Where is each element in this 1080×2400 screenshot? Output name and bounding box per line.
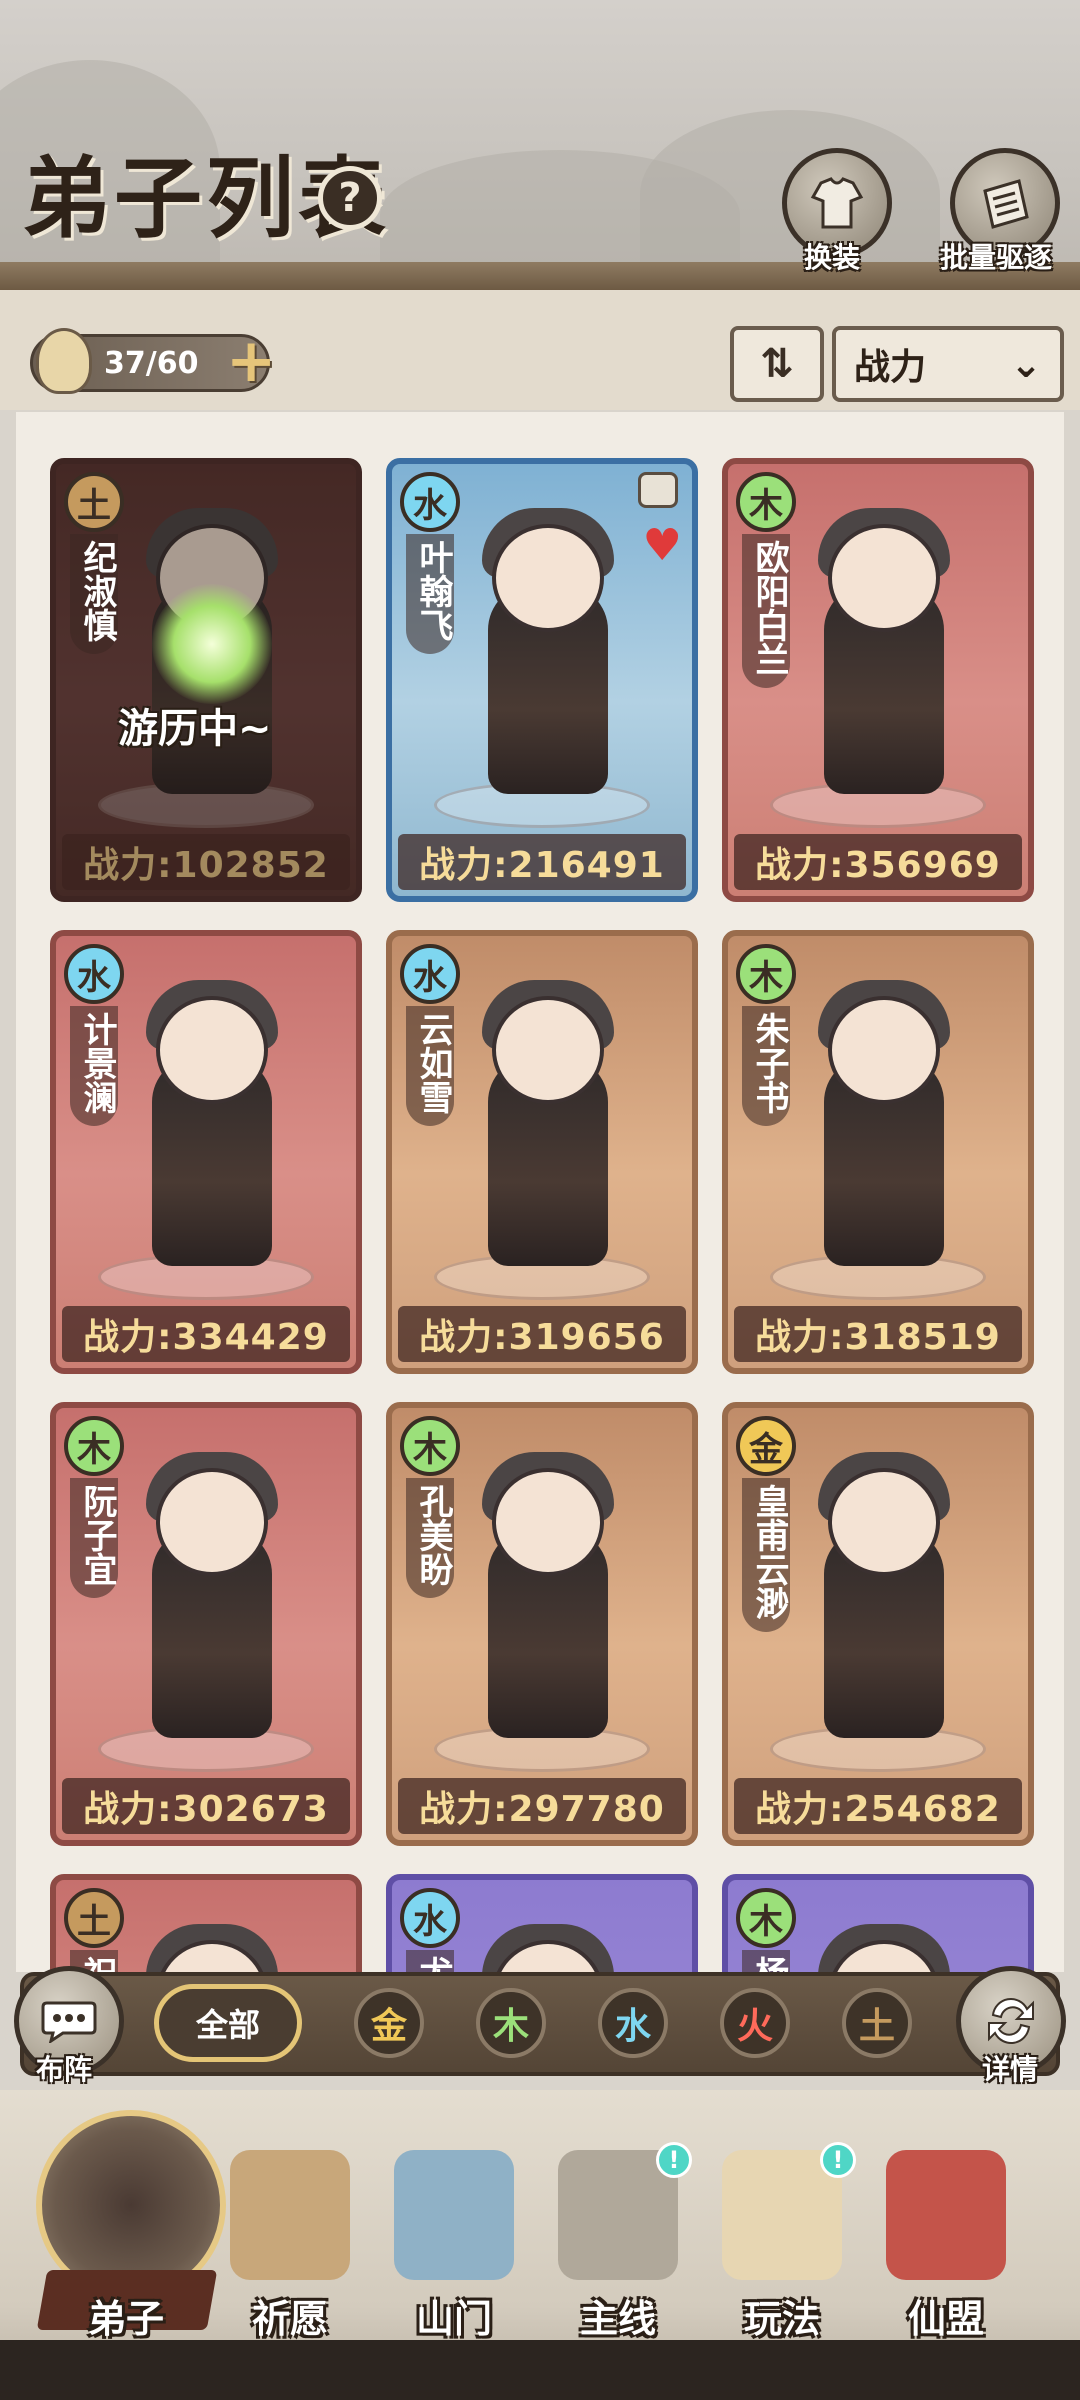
outfit-button-label: 换装 <box>804 241 861 274</box>
disciple-card[interactable]: 水叶翰飞 ♥ 战力:216491 <box>386 458 698 902</box>
traveling-spirit-icon <box>152 584 272 704</box>
heart-icon: ♥ <box>642 520 682 571</box>
disciple-power: 战力:297780 <box>398 1778 686 1834</box>
add-capacity-button[interactable]: + <box>226 326 276 396</box>
disciple-count: 37/60 <box>104 346 199 381</box>
nav-tab-label: 主线 <box>579 2296 656 2341</box>
header-divider <box>0 262 1080 290</box>
disciple-power: 战力:216491 <box>398 834 686 890</box>
disciple-name: 阮子宜 <box>70 1478 118 1598</box>
disciple-card[interactable]: 游历中~ 土纪淑慎战力:102852 <box>50 458 362 902</box>
element-badge: 木 <box>400 1416 460 1476</box>
disciple-card[interactable]: 木朱子书战力:318519 <box>722 930 1034 1374</box>
details-label: 详情 <box>982 2053 1039 2086</box>
element-badge: 土 <box>64 472 124 532</box>
swap-icon <box>988 1998 1034 2044</box>
disciple-grid[interactable]: 游历中~ 土纪淑慎 战力:102852 水叶翰飞 ♥ 战力:216491 木欧阳白兰 战力:3… <box>16 412 1064 1972</box>
nav-tab-label: 仙盟 <box>907 2296 984 2341</box>
character-portrait <box>828 524 940 632</box>
nav-tab-icon <box>230 2150 350 2280</box>
disciple-power: 战力:102852 <box>62 834 350 890</box>
disciple-name: 计景澜 <box>70 1006 118 1126</box>
disciple-power: 战力:356969 <box>734 834 1022 890</box>
disciple-name: 朱子书 <box>742 1006 790 1126</box>
disciple-power: 战力:334429 <box>62 1306 350 1362</box>
nav-tab[interactable]: 仙盟 <box>866 2150 1026 2350</box>
disciple-name: 皇甫云渺 <box>742 1478 790 1632</box>
element-badge: 土 <box>64 1888 124 1948</box>
alert-badge-icon: ! <box>656 2142 692 2178</box>
nav-tab[interactable]: 弟子 <box>46 2150 206 2350</box>
disciple-name: 云如雪 <box>406 1006 454 1126</box>
nav-tab[interactable]: 祈愿 <box>210 2150 370 2350</box>
character-portrait <box>828 1468 940 1576</box>
disciple-card[interactable]: 土祝 <box>50 1874 362 1972</box>
element-badge: 水 <box>400 1888 460 1948</box>
character-portrait <box>156 1468 268 1576</box>
character-portrait <box>492 524 604 632</box>
disciple-name: 杨 <box>742 1950 790 1972</box>
filter-element-button[interactable]: 土 <box>842 1988 912 2058</box>
disciple-power: 战力:319656 <box>398 1306 686 1362</box>
disciple-card[interactable]: 水尤 <box>386 1874 698 1972</box>
disciple-power: 战力:318519 <box>734 1306 1022 1362</box>
character-portrait <box>828 996 940 1104</box>
lock-icon[interactable] <box>638 472 678 508</box>
sort-dropdown-value: 战力 <box>854 347 927 388</box>
element-badge: 金 <box>736 1416 796 1476</box>
disciple-card[interactable]: 金皇甫云渺战力:254682 <box>722 1402 1034 1846</box>
sort-order-button[interactable]: ⇅ <box>730 326 824 402</box>
disciple-power: 战力:302673 <box>62 1778 350 1834</box>
chevron-down-icon: ⌄ <box>1010 342 1042 386</box>
nav-tab-label: 玩法 <box>743 2296 820 2341</box>
filter-element-button[interactable]: 金 <box>354 1988 424 2058</box>
filter-all-button[interactable]: 全部 <box>154 1984 302 2062</box>
disciple-name: 孔美盼 <box>406 1478 454 1598</box>
help-icon[interactable]: ? <box>318 166 382 230</box>
element-badge: 木 <box>736 472 796 532</box>
element-badge: 木 <box>736 1888 796 1948</box>
element-badge: 木 <box>64 1416 124 1476</box>
disciple-name: 欧阳白兰 <box>742 534 790 688</box>
nav-tab[interactable]: 主线! <box>538 2142 698 2350</box>
disciple-card[interactable]: 木阮子宜战力:302673 <box>50 1402 362 1846</box>
nav-tab-label: 弟子 <box>87 2296 164 2341</box>
dismiss-icon <box>983 179 1029 229</box>
filter-element-button[interactable]: 水 <box>598 1988 668 2058</box>
chat-bubble-icon <box>41 2001 97 2043</box>
nav-tab-label: 山门 <box>415 2296 492 2341</box>
alert-badge-icon: ! <box>820 2142 856 2178</box>
disciple-power: 战力:254682 <box>734 1778 1022 1834</box>
disciple-card[interactable]: 木欧阳白兰战力:356969 <box>722 458 1034 902</box>
element-badge: 水 <box>64 944 124 1004</box>
filter-element-button[interactable]: 火 <box>720 1988 790 2058</box>
disciple-name: 纪淑慎 <box>70 534 118 654</box>
filter-element-button[interactable]: 木 <box>476 1988 546 2058</box>
character-portrait <box>492 1468 604 1576</box>
sort-dropdown[interactable]: 战力 ⌄ <box>832 326 1064 402</box>
outfit-icon <box>810 177 864 229</box>
formation-label: 布阵 <box>36 2053 93 2086</box>
element-badge: 水 <box>400 472 460 532</box>
disciple-status: 游历中~ <box>118 706 272 752</box>
nav-tab-icon <box>394 2150 514 2280</box>
disciple-card[interactable]: 水计景澜战力:334429 <box>50 930 362 1374</box>
disciple-avatar-icon <box>36 328 92 394</box>
batch-dismiss-label: 批量驱逐 <box>940 241 1053 274</box>
disciple-name: 尤 <box>406 1950 454 1972</box>
nav-tab[interactable]: 玩法! <box>702 2142 862 2350</box>
nav-tab[interactable]: 山门 <box>374 2150 534 2350</box>
nav-tab-label: 祈愿 <box>251 2296 328 2341</box>
character-portrait <box>492 996 604 1104</box>
disciple-card[interactable]: 木杨 <box>722 1874 1034 1972</box>
disciple-card[interactable]: 木孔美盼战力:297780 <box>386 1402 698 1846</box>
disciple-card[interactable]: 水云如雪战力:319656 <box>386 930 698 1374</box>
element-badge: 水 <box>400 944 460 1004</box>
disciple-name: 叶翰飞 <box>406 534 454 654</box>
nav-tab-icon <box>886 2150 1006 2280</box>
character-portrait <box>156 996 268 1104</box>
element-badge: 木 <box>736 944 796 1004</box>
